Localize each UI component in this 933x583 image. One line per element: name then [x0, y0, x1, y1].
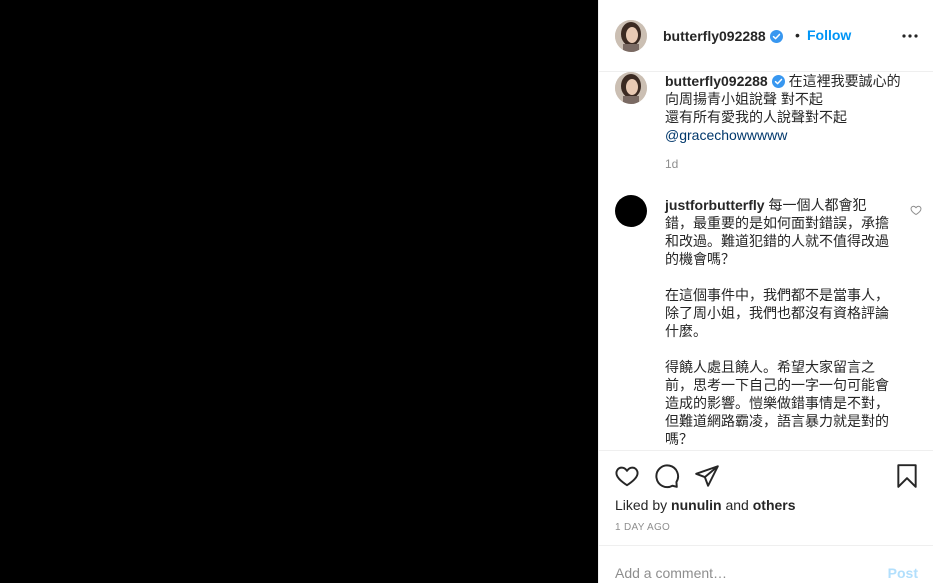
comment-bubble-icon[interactable]: [654, 463, 680, 489]
caption-timestamp[interactable]: 1d: [665, 157, 678, 171]
add-comment-input[interactable]: Add a comment…: [615, 565, 727, 581]
comment-username[interactable]: justforbutterfly: [665, 197, 765, 213]
likes-summary: Liked by nunulin and others: [615, 497, 796, 513]
liked-by-and: and: [721, 497, 753, 513]
more-horizontal-icon[interactable]: [900, 26, 920, 46]
comment-avatar[interactable]: [615, 195, 647, 227]
header-username-text[interactable]: butterfly092288: [663, 28, 766, 44]
add-comment-bar: Add a comment… Post: [599, 545, 933, 583]
post-media[interactable]: [0, 0, 598, 583]
instagram-post-view: butterfly092288 • Follow butterfly092288…: [0, 0, 933, 583]
share-paper-plane-icon[interactable]: [694, 463, 720, 489]
separator-dot: •: [795, 27, 800, 43]
verified-badge-icon: [771, 75, 785, 88]
comment-text: justforbutterfly 每一個人都會犯 錯，最重要的是如何面對錯誤，承…: [665, 196, 897, 448]
post-header: butterfly092288 • Follow: [599, 0, 933, 72]
avatar[interactable]: [615, 20, 647, 52]
save-bookmark-icon[interactable]: [894, 463, 920, 489]
verified-badge-icon: [769, 30, 783, 43]
caption-text: butterfly092288 在這裡我要誠心的 向周揚青小姐說聲 對不起 還有…: [665, 72, 913, 144]
post-timestamp[interactable]: 1 DAY AGO: [615, 522, 670, 533]
liked-by-user[interactable]: nunulin: [671, 497, 722, 513]
post-actions: Liked by nunulin and others 1 DAY AGO: [599, 450, 933, 545]
header-username[interactable]: butterfly092288: [663, 28, 783, 44]
like-heart-icon[interactable]: [614, 463, 640, 489]
caption-avatar[interactable]: [615, 72, 647, 104]
liked-by-prefix: Liked by: [615, 497, 672, 513]
comment-like-heart-icon[interactable]: [910, 204, 922, 216]
comment-body: 每一個人都會犯 錯，最重要的是如何面對錯誤，承擔 和改過。難道犯錯的人就不值得改…: [665, 197, 889, 447]
post-comment-button[interactable]: Post: [888, 565, 918, 581]
mention-link[interactable]: @gracechowwwww: [665, 127, 787, 143]
follow-button[interactable]: Follow: [807, 27, 851, 43]
post-side-panel: butterfly092288 • Follow butterfly092288…: [598, 0, 933, 583]
comments-list[interactable]: butterfly092288 在這裡我要誠心的 向周揚青小姐說聲 對不起 還有…: [599, 72, 933, 450]
caption-username[interactable]: butterfly092288: [665, 73, 768, 89]
liked-by-others[interactable]: others: [753, 497, 796, 513]
